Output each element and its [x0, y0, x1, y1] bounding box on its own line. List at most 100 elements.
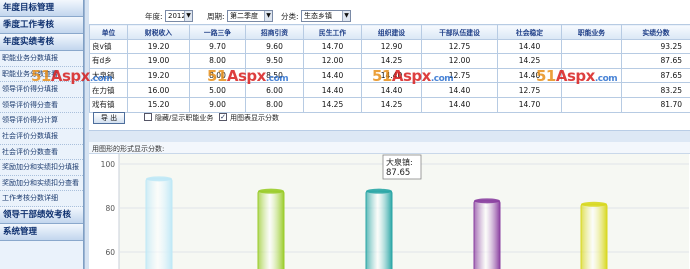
sidebar-item[interactable]: 领导评价得分计算	[0, 113, 83, 129]
sidebar-item[interactable]: 奖励加分和实绩扣分填报	[0, 160, 83, 176]
cell-performance-score: 83.25	[621, 82, 690, 98]
header-one-road-three: 一路三争	[189, 24, 246, 40]
cell-performance-score: 93.25	[621, 38, 690, 55]
bar-5	[580, 203, 608, 269]
cell-organization: 12.90	[361, 38, 422, 55]
bar-cap-1	[146, 176, 172, 182]
sidebar-item[interactable]: 奖励加分和实绩扣分查看	[0, 176, 83, 192]
cell-unit: 良v镇	[89, 38, 128, 55]
bar-cap-4	[474, 198, 500, 204]
cell-performance-score: 87.65	[621, 53, 690, 69]
sidebar-section-annual-goals[interactable]: 年度目标管理	[0, 0, 83, 17]
cell-one-road-three: 9.70	[189, 38, 246, 55]
table-header-row: 单位 财税收入 一路三争 招商引资 民生工作 组织建设 干部队伍建设 社会稳定 …	[89, 24, 690, 40]
cell-investment: 9.60	[245, 38, 304, 55]
header-social-stability: 社会稳定	[497, 24, 562, 40]
cell-social-stability: 12.75	[497, 82, 562, 98]
export-button[interactable]: 导 出	[93, 112, 125, 124]
cell-social-stability: 14.70	[497, 96, 562, 113]
sidebar-section-system-admin[interactable]: 系统管理	[0, 223, 83, 241]
chart-tooltip-value: 87.65	[386, 168, 410, 178]
chevron-down-icon: ▼	[342, 11, 350, 21]
chevron-down-icon: ▼	[264, 11, 272, 21]
score-bar-chart: 60 80 100 大泉镇:87.65	[101, 154, 689, 269]
cell-organization: 14.40	[361, 82, 422, 98]
filter-bar: 年度: 2012 ▼ 周期: 第二季度 ▼ 分类: 生态乡镇 ▼	[89, 10, 690, 24]
cell-functional-business	[561, 38, 622, 55]
cell-fiscal-revenue: 19.00	[127, 53, 190, 69]
bar-cap-5	[581, 201, 607, 207]
bar-3	[365, 190, 393, 269]
y-tick-label: 80	[105, 204, 115, 213]
cell-cadre-team: 14.40	[421, 82, 498, 98]
sidebar-item[interactable]: 领导评价得分查看	[0, 98, 83, 114]
table-controls: 导 出 隐藏/显示职能业务 ✓ 用图表显示分数	[89, 112, 690, 126]
chart-display-checkbox[interactable]: ✓	[219, 113, 227, 121]
header-livelihood: 民生工作	[303, 24, 362, 40]
cell-performance-score: 87.65	[621, 67, 690, 84]
bar-cap-3	[366, 188, 392, 194]
header-fiscal-revenue: 财税收入	[127, 24, 190, 40]
chart-section-divider	[89, 130, 690, 142]
header-functional-business: 职能业务	[561, 24, 622, 40]
cell-functional-business	[561, 96, 622, 113]
category-select-value: 生态乡镇	[304, 12, 332, 20]
cell-fiscal-revenue: 16.00	[127, 82, 190, 98]
cell-performance-score: 81.70	[621, 96, 690, 113]
category-label: 分类:	[281, 12, 299, 21]
chart-display-label: 用图表显示分数	[230, 114, 279, 122]
cell-fiscal-revenue: 19.20	[127, 38, 190, 55]
cell-livelihood: 14.25	[303, 96, 362, 113]
sidebar-item[interactable]: 社会评价分数填报	[0, 129, 83, 145]
cell-cadre-team: 12.75	[421, 38, 498, 55]
cell-cadre-team: 14.40	[421, 96, 498, 113]
bar-1	[145, 178, 173, 269]
year-label: 年度:	[145, 12, 163, 21]
watermark-logo: 51Aspx.com	[207, 67, 289, 85]
period-label: 周期:	[207, 12, 225, 21]
cell-organization: 14.25	[361, 96, 422, 113]
sidebar-item[interactable]: 职能业务分数填报	[0, 51, 83, 67]
header-investment: 招商引资	[245, 24, 304, 40]
cell-livelihood: 14.70	[303, 38, 362, 55]
bar-2	[257, 190, 285, 269]
header-organization: 组织建设	[361, 24, 422, 40]
sidebar: 年度目标管理 季度工作考核 年度实绩考核 职能业务分数填报 职能业务分数查看 领…	[0, 0, 84, 269]
cell-unit: 戏有镇	[89, 96, 128, 113]
chart-caption-bar: 用图形的形式显示分数:	[89, 142, 690, 154]
chart-tooltip-label: 大泉镇:	[386, 157, 413, 167]
header-unit: 单位	[89, 24, 128, 40]
chevron-down-icon: ▼	[184, 11, 192, 21]
sidebar-section-annual-performance[interactable]: 年度实绩考核	[0, 34, 83, 51]
bar-4	[473, 200, 501, 269]
cell-investment: 8.00	[245, 96, 304, 113]
cell-livelihood: 14.40	[303, 82, 362, 98]
cell-social-stability: 14.40	[497, 38, 562, 55]
table-row: 戏有镇 15.20 9.00 8.00 14.25 14.25 14.40 14.70 81.7…	[89, 96, 690, 113]
sidebar-section-leader-performance[interactable]: 领导干部绩效考核	[0, 206, 83, 224]
bar-cap-2	[258, 188, 284, 194]
hide-business-checkbox[interactable]	[144, 113, 152, 121]
watermark-logo: 51Aspx.com	[372, 67, 454, 85]
sidebar-item[interactable]: 工作考核分数详细	[0, 191, 83, 207]
hide-business-label: 隐藏/显示职能业务	[155, 114, 214, 122]
cell-livelihood: 14.40	[303, 67, 362, 84]
header-performance-score: 实绩分数	[621, 24, 690, 40]
period-select[interactable]: 第二季度 ▼	[227, 10, 273, 22]
period-select-value: 第二季度	[230, 12, 258, 20]
cell-one-road-three: 9.00	[189, 96, 246, 113]
cell-livelihood: 12.00	[303, 53, 362, 69]
cell-investment: 6.00	[245, 82, 304, 98]
main-content: 年度: 2012 ▼ 周期: 第二季度 ▼ 分类: 生态乡镇 ▼ 单位 财税收入…	[31, 0, 690, 269]
sidebar-section-quarterly-review[interactable]: 季度工作考核	[0, 17, 83, 34]
watermark-logo: 51Aspx.com	[536, 67, 618, 85]
y-tick-label: 100	[101, 160, 116, 169]
cell-functional-business	[561, 82, 622, 98]
sidebar-item[interactable]: 社会评价分数查看	[0, 145, 83, 161]
table-row: 在力镇 16.00 5.00 6.00 14.40 14.40 14.40 12.75 83.2…	[89, 82, 690, 98]
cell-fiscal-revenue: 15.20	[127, 96, 190, 113]
table-row: 良v镇 19.20 9.70 9.60 14.70 12.90 12.75 14.40 93.2…	[89, 38, 690, 55]
cell-unit: 在力镇	[89, 82, 128, 98]
category-select[interactable]: 生态乡镇 ▼	[301, 10, 351, 22]
year-select[interactable]: 2012 ▼	[165, 10, 193, 22]
